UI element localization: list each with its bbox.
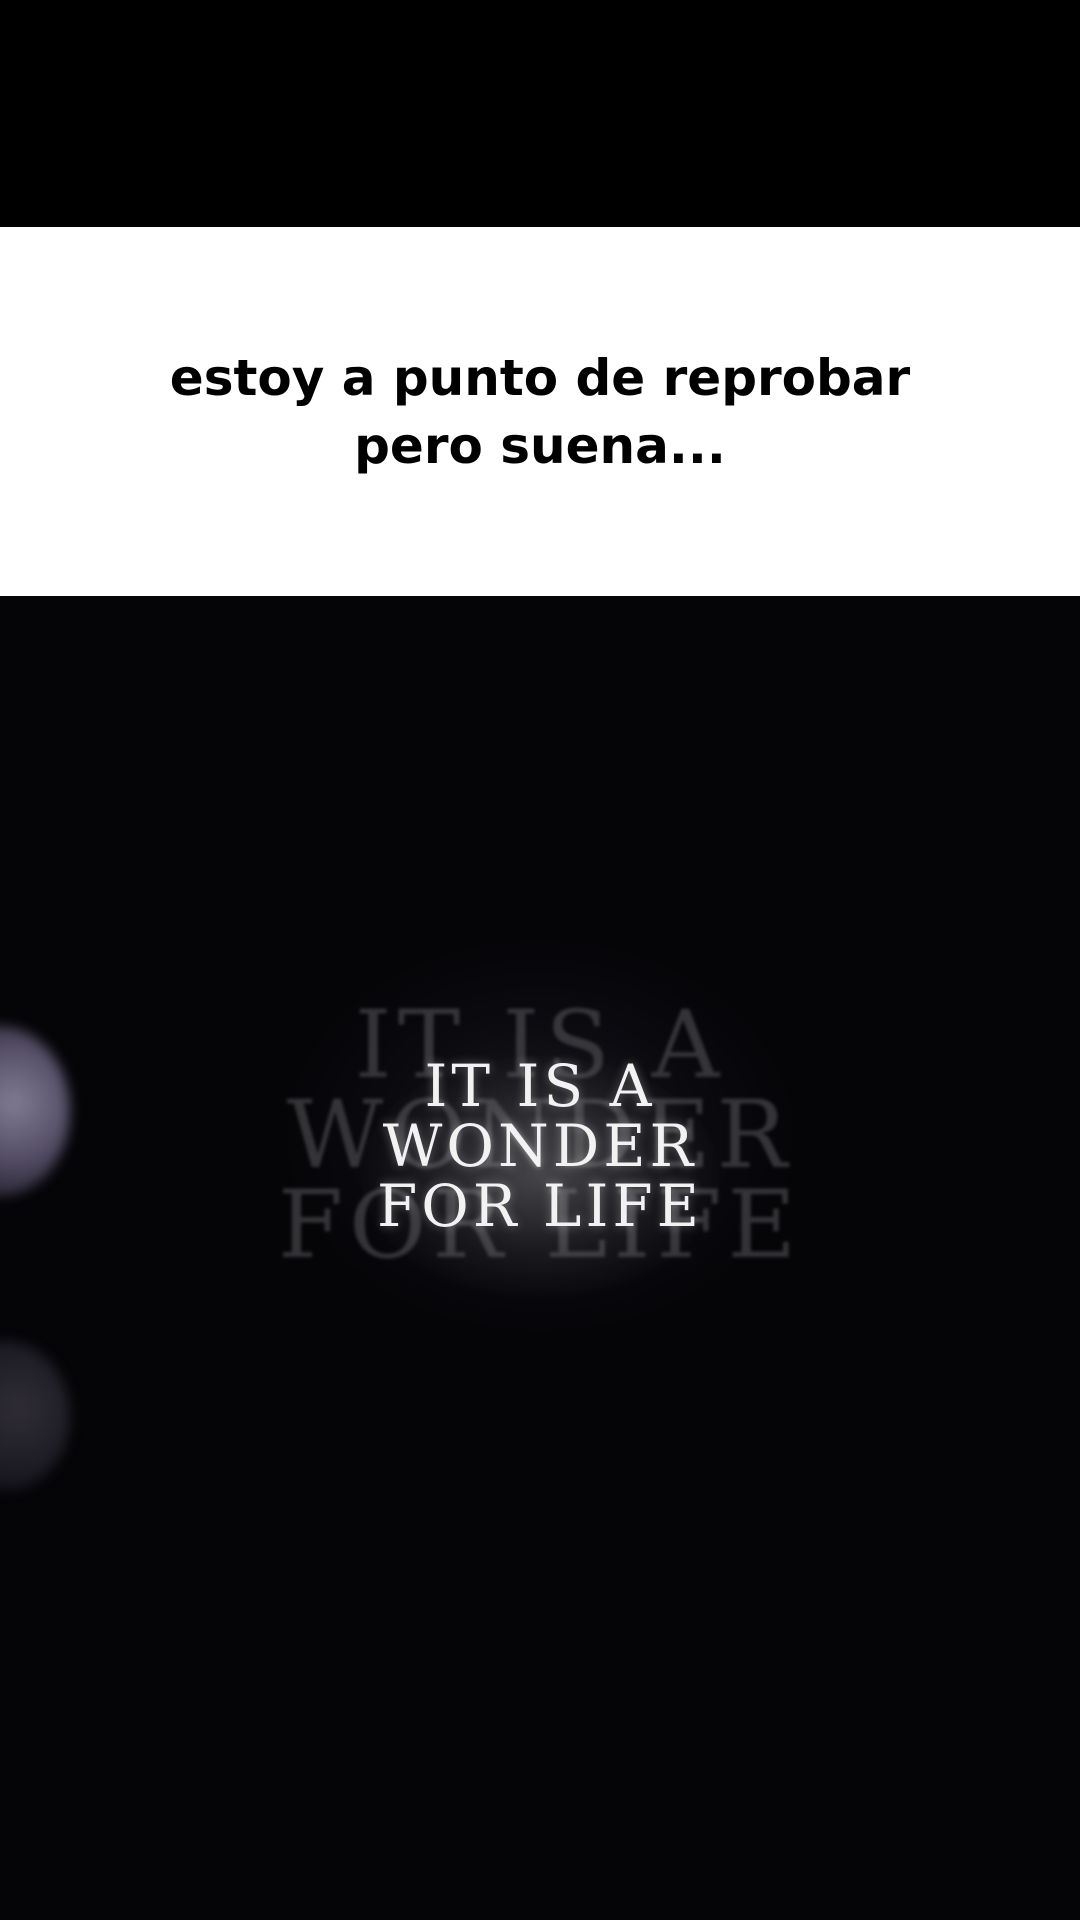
lyric-line-3: FOR LIFE xyxy=(377,1172,703,1240)
lyric-text: IT IS A WONDER FOR LIFE xyxy=(0,1056,1080,1236)
lyric-line-1: IT IS A xyxy=(424,1052,656,1120)
top-letterbox-bar xyxy=(0,0,1080,227)
caption-text: estoy a punto de reprobar pero suena... xyxy=(90,344,990,480)
bokeh-light xyxy=(0,1341,70,1491)
caption-line-2: pero suena... xyxy=(354,416,726,475)
lyric-line-2: WONDER xyxy=(382,1112,698,1180)
video-screen: estoy a punto de reprobar pero suena... … xyxy=(0,0,1080,1920)
caption-line-1: estoy a punto de reprobar xyxy=(169,348,911,407)
video-player[interactable]: IT IS A WONDER FOR LIFE IT IS A WONDER F… xyxy=(0,596,1080,1920)
caption-card: estoy a punto de reprobar pero suena... xyxy=(0,227,1080,596)
